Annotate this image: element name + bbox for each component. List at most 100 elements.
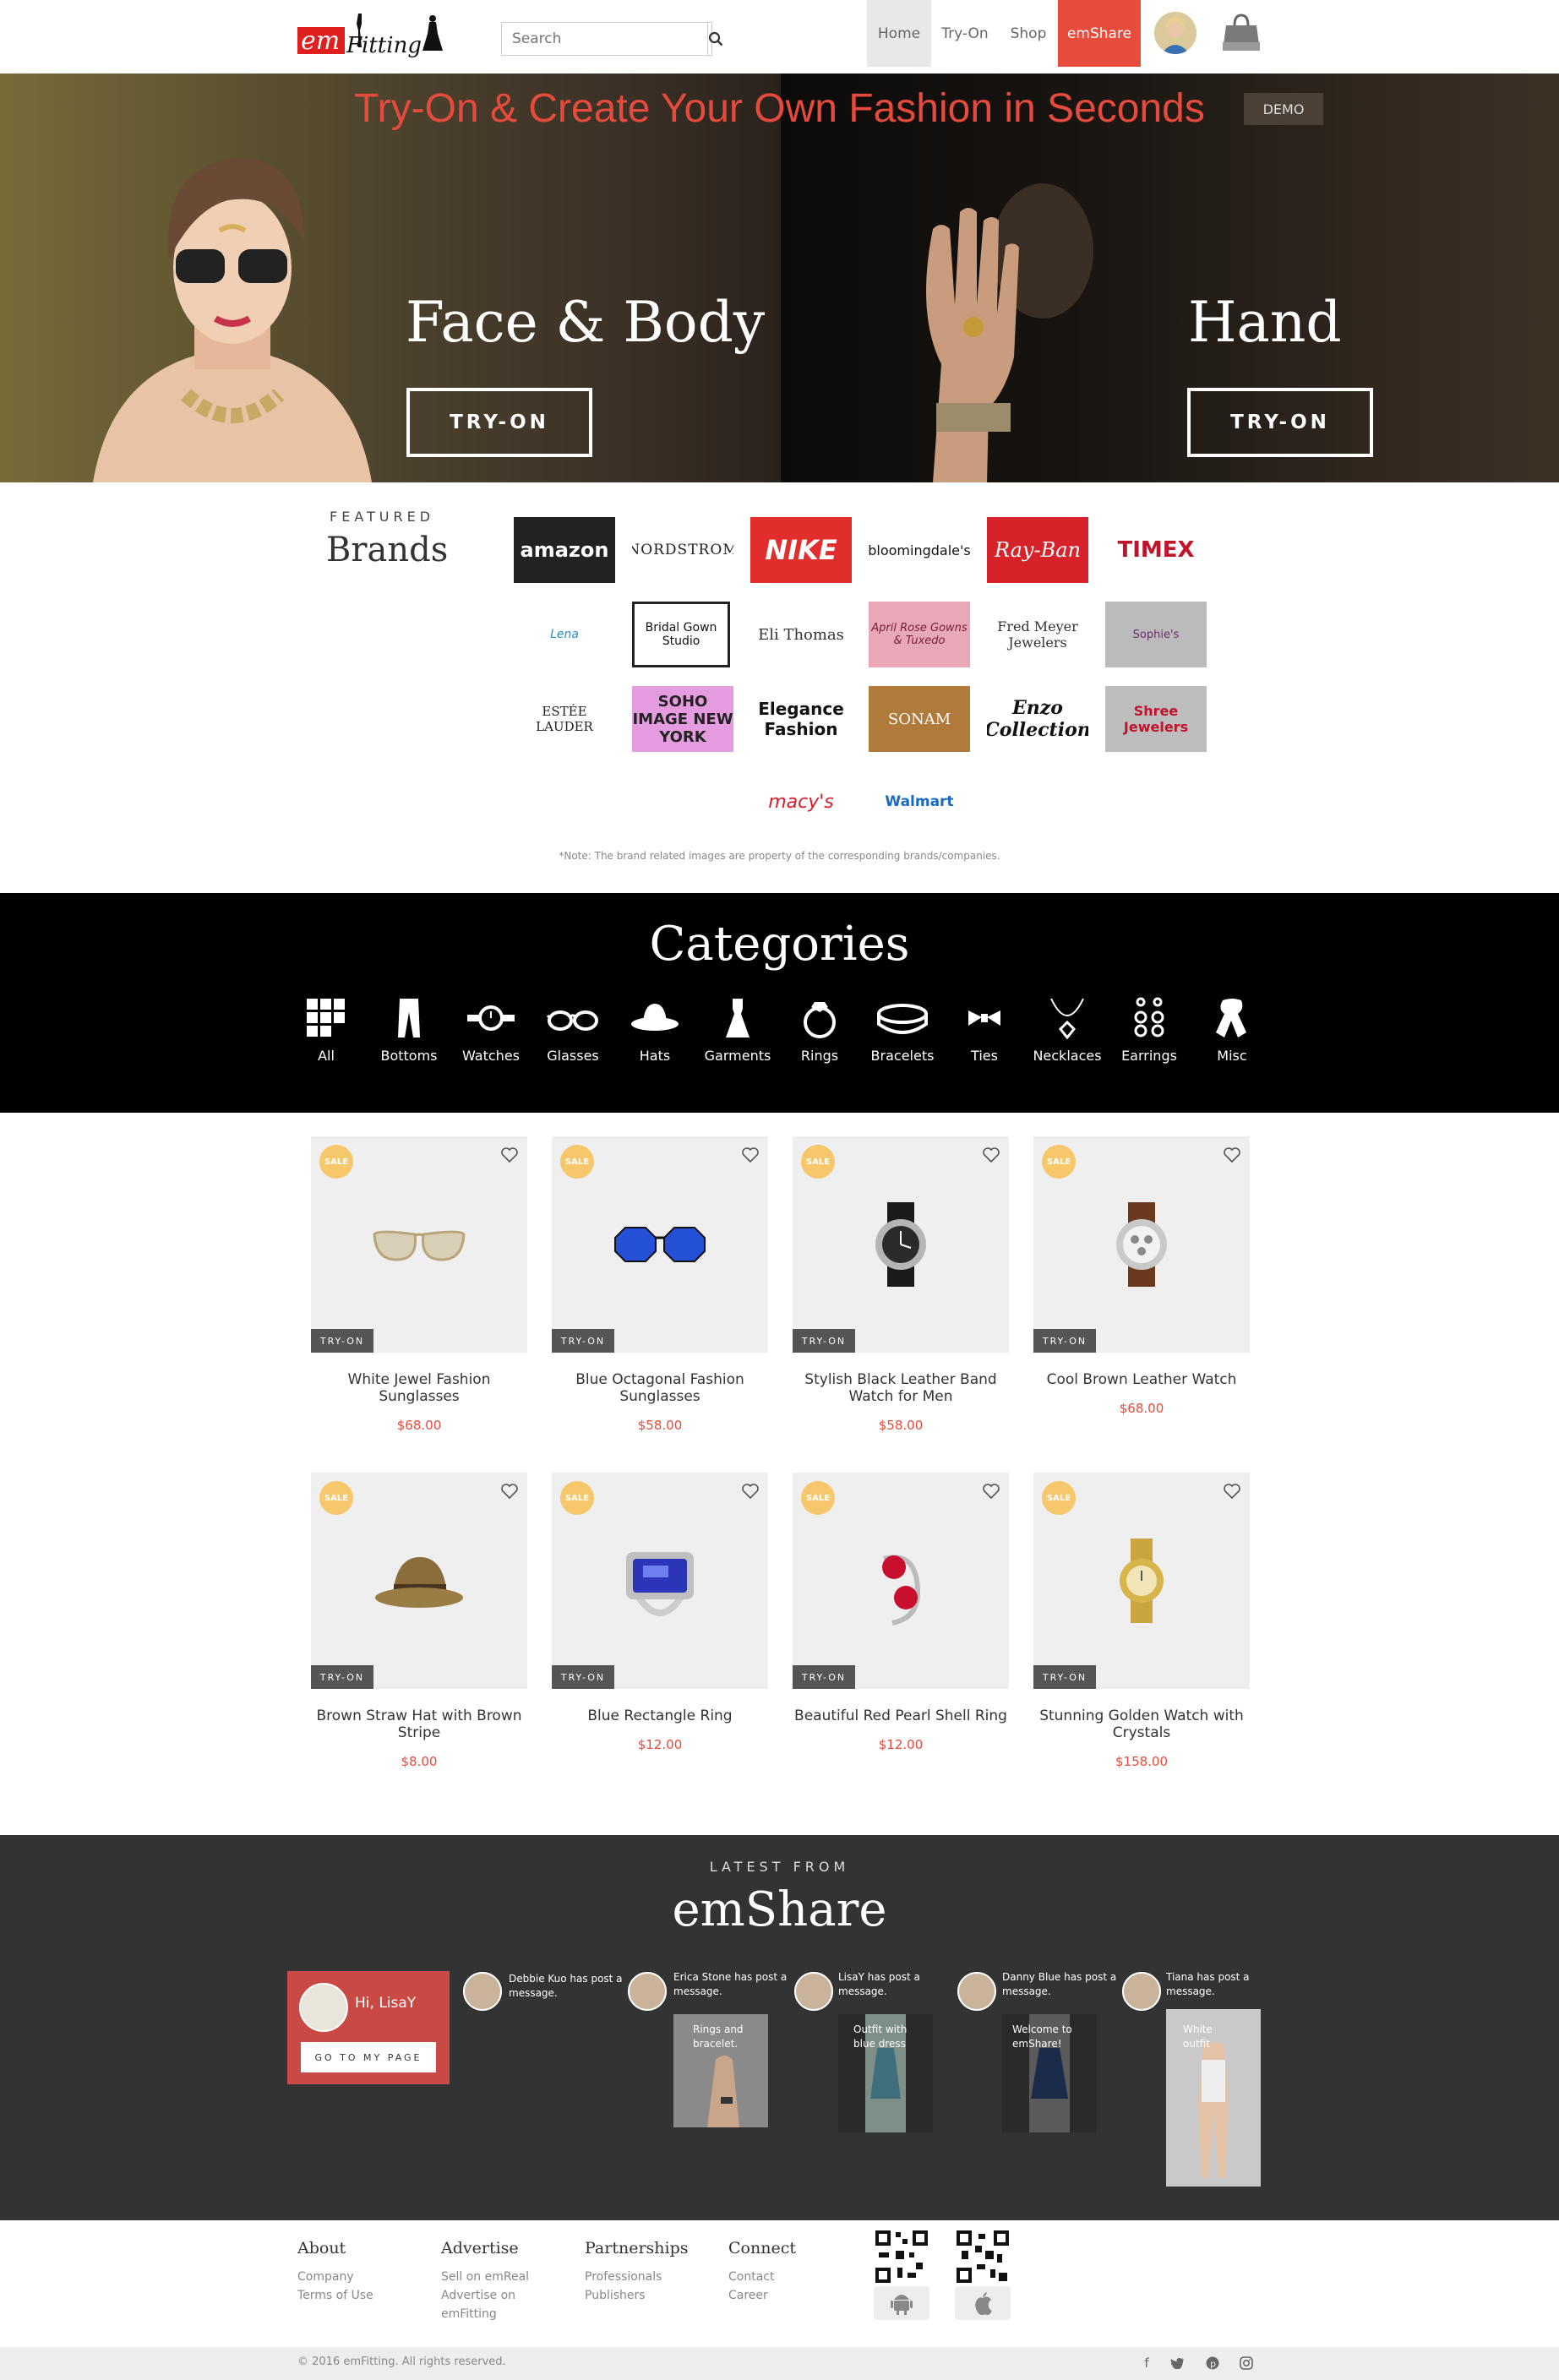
facebook-icon[interactable]: f [1137, 2354, 1156, 2372]
brand-rayban[interactable]: Ray-Ban [987, 517, 1088, 583]
footer-link-terms[interactable]: Terms of Use [297, 2286, 373, 2305]
brand-nike[interactable]: NIKE [750, 517, 852, 583]
user-avatar[interactable] [1154, 12, 1197, 54]
post-author-avatar[interactable] [463, 1972, 502, 2011]
product-price: $8.00 [401, 1754, 438, 1769]
try-on-face-body-button[interactable]: TRY-ON [406, 388, 592, 457]
category-rings[interactable]: Rings [779, 997, 860, 1064]
category-ties[interactable]: Ties [944, 997, 1025, 1064]
search-button[interactable] [707, 23, 723, 55]
nav-emshare[interactable]: emShare [1058, 0, 1141, 67]
product-name[interactable]: Cool Brown Leather Watch [1033, 1371, 1250, 1388]
category-bottoms[interactable]: Bottoms [368, 997, 450, 1064]
category-garments[interactable]: Garments [697, 997, 778, 1064]
heart-icon[interactable] [982, 1483, 1000, 1500]
product-name[interactable]: Beautiful Red Pearl Shell Ring [793, 1707, 1009, 1724]
try-on-button[interactable]: TRY-ON [311, 1329, 373, 1353]
heart-icon[interactable] [741, 1146, 760, 1163]
brand-nordstrom[interactable]: NORDSTROM [632, 517, 733, 583]
post-author-avatar[interactable] [1122, 1972, 1161, 2011]
product-card[interactable]: SALE TRY-ON [793, 1136, 1009, 1353]
brand-enzo-collection[interactable]: Enzo Collection [987, 686, 1088, 752]
search-input[interactable] [502, 23, 707, 55]
nav-shop[interactable]: Shop [999, 0, 1058, 67]
brand-sophies[interactable]: Sophie's [1105, 602, 1207, 667]
footer-link-sell[interactable]: Sell on emReal [441, 2268, 529, 2286]
nav-home[interactable]: Home [867, 0, 931, 67]
brand-april-rose[interactable]: April Rose Gowns & Tuxedo [869, 602, 970, 667]
brand-amazon[interactable]: amazon [514, 517, 615, 583]
brand-fred-meyer[interactable]: Fred Meyer Jewelers [987, 602, 1088, 667]
brand-macys[interactable]: macy's [750, 769, 852, 835]
try-on-button[interactable]: TRY-ON [1033, 1665, 1096, 1689]
brand-walmart[interactable]: Walmart [869, 769, 970, 835]
product-name[interactable]: Blue Octagonal Fashion Sunglasses [552, 1371, 768, 1405]
brand-lena[interactable]: Lena [514, 602, 615, 667]
go-to-my-page-button[interactable]: GO TO MY PAGE [301, 2042, 436, 2072]
heart-icon[interactable] [982, 1146, 1000, 1163]
footer-link-advertise[interactable]: Advertise on emFitting [441, 2286, 542, 2323]
site-logo[interactable]: em Fitting [297, 12, 443, 59]
brand-bloomingdales[interactable]: bloomingdale's [869, 517, 970, 583]
post-author-avatar[interactable] [628, 1972, 667, 2011]
category-misc[interactable]: Misc [1191, 997, 1273, 1064]
product-name[interactable]: Blue Rectangle Ring [552, 1707, 768, 1724]
brand-shree-jewelers[interactable]: Shree Jewelers [1105, 686, 1207, 752]
category-all[interactable]: All [286, 997, 367, 1064]
product-card[interactable]: SALE TRY-ON [793, 1473, 1009, 1689]
try-on-hand-button[interactable]: TRY-ON [1187, 388, 1373, 457]
category-glasses[interactable]: Glasses [532, 997, 613, 1064]
heart-icon[interactable] [1223, 1146, 1241, 1163]
try-on-button[interactable]: TRY-ON [552, 1665, 614, 1689]
footer-link-contact[interactable]: Contact [728, 2268, 774, 2286]
product-name[interactable]: Stunning Golden Watch with Crystals [1033, 1707, 1250, 1741]
product-card[interactable]: SALE TRY-ON [311, 1473, 527, 1689]
product-card[interactable]: SALE TRY-ON [311, 1136, 527, 1353]
brand-bridal-gown-studio[interactable]: Bridal Gown Studio [632, 602, 730, 667]
product-name[interactable]: Stylish Black Leather Band Watch for Men [793, 1371, 1009, 1405]
post-author-avatar[interactable] [794, 1972, 833, 2011]
brand-timex[interactable]: TIMEX [1105, 517, 1207, 583]
brand-sonam[interactable]: SONAM [869, 686, 970, 752]
heart-icon[interactable] [741, 1483, 760, 1500]
pinterest-icon[interactable]: p [1203, 2354, 1222, 2372]
twitter-icon[interactable] [1168, 2354, 1186, 2372]
demo-badge[interactable]: DEMO [1244, 93, 1323, 125]
heart-icon[interactable] [500, 1483, 519, 1500]
hero-heading-face-body: Face & Body [406, 290, 766, 355]
category-earrings[interactable]: Earrings [1109, 997, 1190, 1064]
instagram-icon[interactable] [1237, 2354, 1256, 2372]
product-price: $58.00 [878, 1418, 924, 1433]
brand-estee-lauder[interactable]: ESTÉE LAUDER [514, 686, 615, 752]
try-on-button[interactable]: TRY-ON [552, 1329, 614, 1353]
product-image [1120, 1539, 1164, 1623]
nav-try-on[interactable]: Try-On [931, 0, 999, 67]
brand-elegance-fashion[interactable]: Elegance Fashion [750, 686, 852, 752]
try-on-button[interactable]: TRY-ON [1033, 1329, 1096, 1353]
product-card[interactable]: SALE TRY-ON [552, 1136, 768, 1353]
heart-icon[interactable] [500, 1146, 519, 1163]
brand-eli-thomas[interactable]: Eli Thomas [750, 602, 852, 667]
android-store-button[interactable] [874, 2286, 929, 2320]
ios-store-button[interactable] [955, 2286, 1011, 2320]
product-card[interactable]: SALE TRY-ON [1033, 1136, 1250, 1353]
try-on-button[interactable]: TRY-ON [311, 1665, 373, 1689]
product-card[interactable]: SALE TRY-ON [1033, 1473, 1250, 1689]
product-name[interactable]: White Jewel Fashion Sunglasses [311, 1371, 527, 1405]
product-name[interactable]: Brown Straw Hat with Brown Stripe [311, 1707, 527, 1741]
footer-link-career[interactable]: Career [728, 2286, 768, 2305]
category-watches[interactable]: Watches [450, 997, 531, 1064]
category-hats[interactable]: Hats [614, 997, 695, 1064]
footer-link-company[interactable]: Company [297, 2268, 354, 2286]
category-necklaces[interactable]: Necklaces [1027, 997, 1108, 1064]
try-on-button[interactable]: TRY-ON [793, 1329, 855, 1353]
footer-link-publishers[interactable]: Publishers [585, 2286, 646, 2305]
category-bracelets[interactable]: Bracelets [862, 997, 943, 1064]
shopping-bag-icon[interactable] [1221, 12, 1262, 54]
post-author-avatar[interactable] [957, 1972, 996, 2011]
try-on-button[interactable]: TRY-ON [793, 1665, 855, 1689]
footer-link-professionals[interactable]: Professionals [585, 2268, 662, 2286]
product-card[interactable]: SALE TRY-ON [552, 1473, 768, 1689]
brand-soho-image[interactable]: SOHO IMAGE NEW YORK [632, 686, 733, 752]
heart-icon[interactable] [1223, 1483, 1241, 1500]
